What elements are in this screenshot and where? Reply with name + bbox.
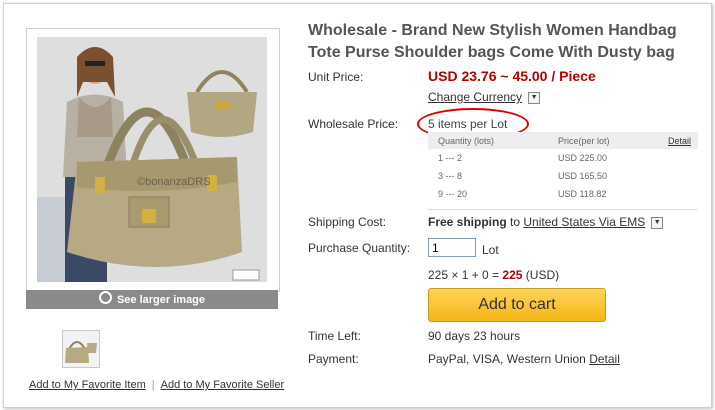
- product-photo[interactable]: ©bonanzaDRS: [37, 37, 267, 282]
- tier-price: USD 165.50: [558, 171, 608, 181]
- image-thumbnail[interactable]: [62, 330, 100, 368]
- shipping-cost-label: Shipping Cost:: [308, 215, 387, 229]
- unit-price-value: USD 23.76 ~ 45.00 / Piece: [428, 68, 596, 84]
- chevron-down-icon[interactable]: ▼: [528, 91, 541, 104]
- shipping-cost-value: Free shipping to United States Via EMS ▼: [428, 215, 664, 229]
- tier-quantity: 9 --- 20: [438, 189, 468, 199]
- free-shipping-text: Free shipping: [428, 215, 507, 229]
- thumbnail-image: [63, 331, 99, 367]
- payment-detail-link[interactable]: Detail: [589, 352, 620, 366]
- add-to-cart-button[interactable]: Add to cart: [428, 288, 606, 322]
- tier-detail-link[interactable]: Detail: [668, 136, 691, 146]
- see-larger-image-button[interactable]: See larger image: [26, 290, 278, 309]
- payment-label: Payment:: [308, 352, 359, 366]
- time-left-label: Time Left:: [308, 329, 361, 343]
- wholesale-tier-table: Quantity (lots) Price(per lot) Detail 1 …: [428, 132, 698, 203]
- link-separator: |: [151, 379, 155, 391]
- tier-quantity: 3 --- 8: [438, 171, 463, 181]
- watermark-text: ©bonanzaDRS: [137, 176, 211, 188]
- favorite-links: Add to My Favorite Item | Add to My Favori…: [29, 379, 284, 391]
- total-amount: 225: [502, 268, 523, 282]
- shipping-destination-link[interactable]: United States Via EMS: [523, 215, 645, 229]
- shipping-to-text: to: [510, 215, 521, 229]
- quantity-header: Quantity (lots): [428, 132, 548, 149]
- table-row: 3 --- 8 USD 165.50: [428, 167, 698, 185]
- time-left-value: 90 days 23 hours: [428, 329, 521, 343]
- change-currency-link[interactable]: Change Currency: [428, 90, 522, 104]
- price-header: Price(per lot): [548, 132, 658, 149]
- calc-prefix: 225 × 1 + 0 =: [428, 268, 503, 282]
- section-divider: [428, 209, 698, 210]
- tier-price: USD 118.82: [558, 189, 607, 199]
- quantity-unit: Lot: [482, 243, 499, 257]
- unit-price-label: Unit Price:: [308, 70, 364, 84]
- add-favorite-item-link[interactable]: Add to My Favorite Item: [29, 379, 146, 391]
- purchase-quantity-label: Purchase Quantity:: [308, 241, 411, 255]
- table-row: 9 --- 20 USD 118.82: [428, 185, 698, 203]
- tier-price: USD 225.00: [558, 153, 608, 163]
- add-favorite-seller-link[interactable]: Add to My Favorite Seller: [161, 379, 285, 391]
- total-currency: (USD): [525, 268, 560, 282]
- quantity-input[interactable]: [428, 238, 476, 257]
- payment-methods: PayPal, VISA, Western Union: [428, 352, 586, 366]
- main-image-frame[interactable]: ©bonanzaDRS: [26, 28, 280, 292]
- change-currency-control[interactable]: Change Currency ▼: [428, 90, 541, 104]
- chevron-down-icon[interactable]: ▼: [651, 216, 664, 229]
- magnifier-icon: [98, 291, 112, 304]
- tier-quantity: 1 --- 2: [438, 153, 463, 163]
- tier-header-row: Quantity (lots) Price(per lot) Detail: [428, 132, 698, 149]
- see-larger-label: See larger image: [116, 294, 206, 306]
- payment-value: PayPal, VISA, Western Union Detail: [428, 352, 620, 366]
- wholesale-price-label: Wholesale Price:: [308, 117, 399, 131]
- total-calculation: 225 × 1 + 0 = 225 (USD): [428, 268, 559, 282]
- product-title: Wholesale - Brand New Stylish Women Hand…: [308, 22, 677, 61]
- table-row: 1 --- 2 USD 225.00: [428, 149, 698, 167]
